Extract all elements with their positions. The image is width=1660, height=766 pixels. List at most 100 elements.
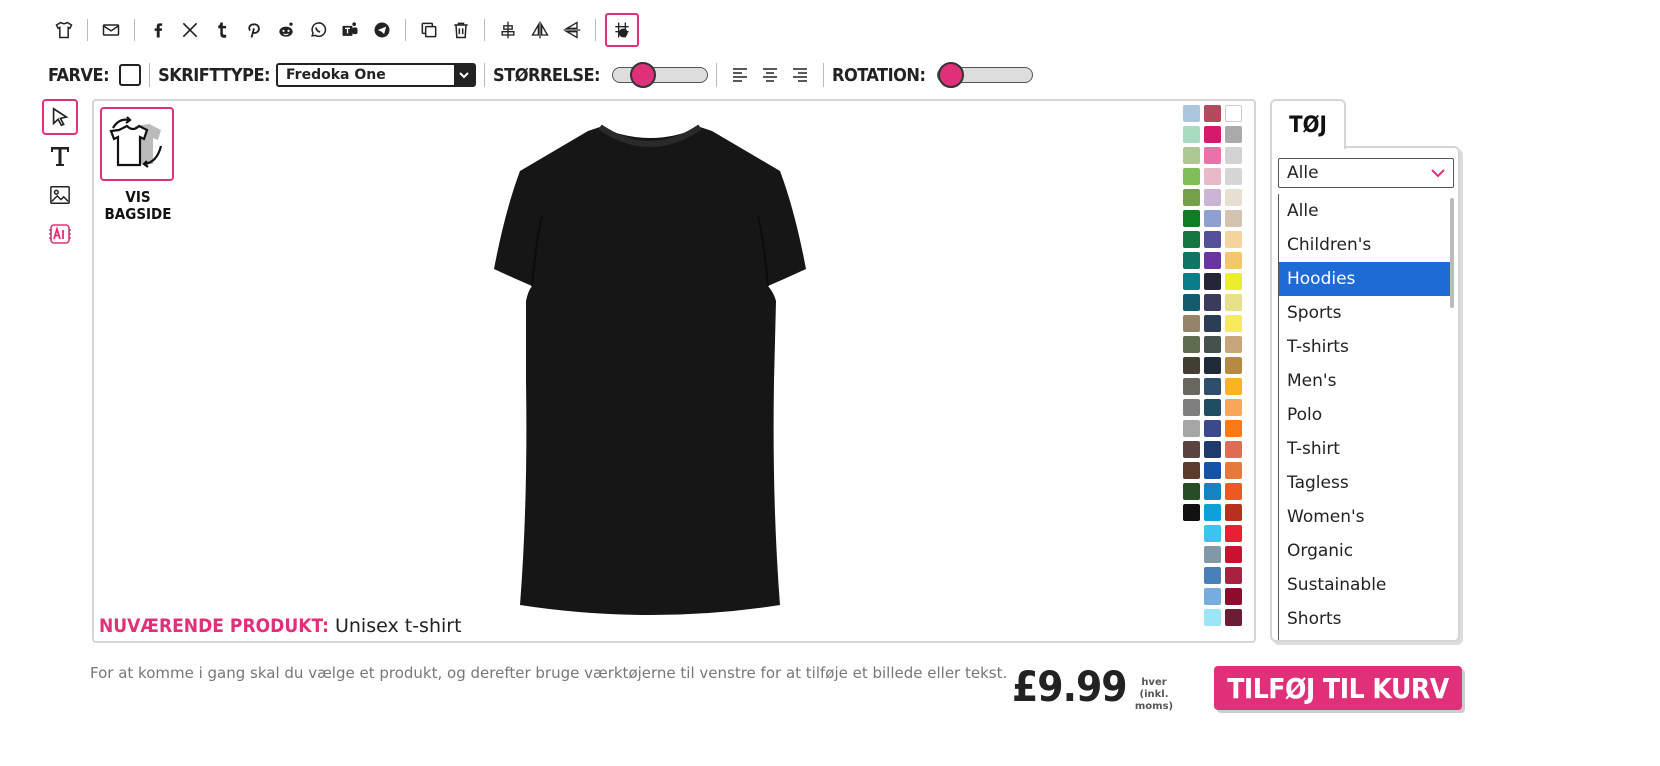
color-swatch[interactable] bbox=[1204, 546, 1221, 563]
color-swatch[interactable] bbox=[1204, 588, 1221, 605]
x-icon[interactable] bbox=[174, 14, 206, 46]
tumblr-icon[interactable] bbox=[206, 14, 238, 46]
color-swatch[interactable] bbox=[1225, 168, 1242, 185]
category-select[interactable]: Alle bbox=[1278, 158, 1454, 188]
align-left-icon[interactable] bbox=[725, 60, 755, 90]
color-swatch[interactable] bbox=[1204, 483, 1221, 500]
color-swatch[interactable] bbox=[1183, 441, 1200, 458]
color-swatch[interactable] bbox=[1204, 336, 1221, 353]
color-swatch[interactable] bbox=[1183, 462, 1200, 479]
color-swatch[interactable] bbox=[1204, 462, 1221, 479]
color-picker[interactable] bbox=[119, 64, 142, 86]
color-swatch[interactable] bbox=[1225, 273, 1242, 290]
reddit-icon[interactable] bbox=[270, 14, 302, 46]
whatsapp-icon[interactable] bbox=[302, 14, 334, 46]
color-swatch[interactable] bbox=[1204, 252, 1221, 269]
design-canvas[interactable]: VIS BAGSIDE NUVÆRENDE PRODUKT: Unisex t-… bbox=[92, 99, 1256, 643]
grid-toggle-icon[interactable] bbox=[605, 13, 639, 47]
color-swatch[interactable] bbox=[1225, 189, 1242, 206]
color-swatch[interactable] bbox=[1225, 462, 1242, 479]
color-swatch[interactable] bbox=[1204, 231, 1221, 248]
color-swatch[interactable] bbox=[1204, 147, 1221, 164]
category-option[interactable]: Organic bbox=[1279, 534, 1454, 568]
color-swatch[interactable] bbox=[1204, 273, 1221, 290]
category-option[interactable]: Shorts bbox=[1279, 602, 1454, 636]
color-swatch[interactable] bbox=[1204, 189, 1221, 206]
color-swatch[interactable] bbox=[1183, 252, 1200, 269]
add-image-button[interactable] bbox=[42, 177, 78, 213]
color-swatch[interactable] bbox=[1204, 126, 1221, 143]
color-swatch[interactable] bbox=[1225, 147, 1242, 164]
align-right-icon[interactable] bbox=[785, 60, 815, 90]
color-swatch[interactable] bbox=[1183, 336, 1200, 353]
color-swatch[interactable] bbox=[1183, 399, 1200, 416]
add-to-cart-button[interactable]: TILFØJ TIL KURV bbox=[1214, 666, 1462, 710]
color-swatch[interactable] bbox=[1204, 609, 1221, 626]
category-option[interactable]: T-shirt bbox=[1279, 432, 1454, 466]
color-swatch[interactable] bbox=[1225, 336, 1242, 353]
rotation-slider[interactable] bbox=[937, 62, 1034, 88]
color-swatch[interactable] bbox=[1183, 168, 1200, 185]
color-swatch[interactable] bbox=[1204, 525, 1221, 542]
category-option[interactable]: Sports bbox=[1279, 296, 1454, 330]
color-swatch[interactable] bbox=[1204, 294, 1221, 311]
color-swatch[interactable] bbox=[1225, 567, 1242, 584]
telegram-icon[interactable] bbox=[366, 14, 398, 46]
select-tool-button[interactable] bbox=[42, 99, 78, 135]
color-swatch[interactable] bbox=[1183, 357, 1200, 374]
color-swatch[interactable] bbox=[1183, 147, 1200, 164]
color-swatch[interactable] bbox=[1225, 504, 1242, 521]
trash-icon[interactable] bbox=[445, 14, 477, 46]
email-icon[interactable] bbox=[95, 14, 127, 46]
color-swatch[interactable] bbox=[1225, 609, 1242, 626]
rotation-slider-handle[interactable] bbox=[938, 62, 965, 88]
color-swatch[interactable] bbox=[1204, 399, 1221, 416]
color-swatch[interactable] bbox=[1183, 294, 1200, 311]
color-swatch[interactable] bbox=[1183, 420, 1200, 437]
add-text-button[interactable] bbox=[42, 138, 78, 174]
color-swatch[interactable] bbox=[1225, 546, 1242, 563]
font-select[interactable]: Fredoka One bbox=[276, 63, 477, 87]
flip-vertical-icon[interactable] bbox=[556, 14, 588, 46]
color-swatch[interactable] bbox=[1183, 273, 1200, 290]
category-option[interactable]: Sustainable bbox=[1279, 568, 1454, 602]
color-swatch[interactable] bbox=[1204, 315, 1221, 332]
color-swatch[interactable] bbox=[1204, 105, 1221, 122]
tab-clothing[interactable]: TØJ bbox=[1270, 99, 1346, 149]
category-option[interactable]: Alle bbox=[1279, 194, 1454, 228]
color-swatch[interactable] bbox=[1225, 231, 1242, 248]
color-swatch[interactable] bbox=[1225, 420, 1242, 437]
color-swatch[interactable] bbox=[1204, 504, 1221, 521]
category-option[interactable]: Polo bbox=[1279, 398, 1454, 432]
facebook-icon[interactable] bbox=[142, 14, 174, 46]
color-swatch[interactable] bbox=[1225, 378, 1242, 395]
color-swatch[interactable] bbox=[1183, 210, 1200, 227]
category-option[interactable]: Hoodies bbox=[1279, 262, 1454, 296]
align-center-icon[interactable] bbox=[755, 60, 785, 90]
center-align-icon[interactable] bbox=[492, 14, 524, 46]
category-option[interactable]: Tagless bbox=[1279, 466, 1454, 500]
size-slider[interactable] bbox=[612, 62, 709, 88]
color-swatch[interactable] bbox=[1183, 105, 1200, 122]
color-swatch[interactable] bbox=[1225, 441, 1242, 458]
color-swatch[interactable] bbox=[1204, 168, 1221, 185]
pinterest-icon[interactable] bbox=[238, 14, 270, 46]
category-option[interactable]: Men's bbox=[1279, 364, 1454, 398]
show-back-toggle[interactable]: VIS BAGSIDE bbox=[100, 107, 176, 223]
tshirt-icon[interactable] bbox=[48, 14, 80, 46]
color-swatch[interactable] bbox=[1183, 483, 1200, 500]
color-swatch[interactable] bbox=[1225, 357, 1242, 374]
color-swatch[interactable] bbox=[1225, 105, 1242, 122]
color-swatch[interactable] bbox=[1183, 189, 1200, 206]
color-swatch[interactable] bbox=[1225, 588, 1242, 605]
dropdown-scrollbar[interactable] bbox=[1450, 198, 1454, 308]
color-swatch[interactable] bbox=[1225, 252, 1242, 269]
flip-horizontal-icon[interactable] bbox=[524, 14, 556, 46]
color-swatch[interactable] bbox=[1183, 231, 1200, 248]
color-swatch[interactable] bbox=[1225, 525, 1242, 542]
duplicate-icon[interactable] bbox=[413, 14, 445, 46]
color-swatch[interactable] bbox=[1183, 126, 1200, 143]
color-swatch[interactable] bbox=[1225, 126, 1242, 143]
color-swatch[interactable] bbox=[1204, 420, 1221, 437]
teams-icon[interactable] bbox=[334, 14, 366, 46]
